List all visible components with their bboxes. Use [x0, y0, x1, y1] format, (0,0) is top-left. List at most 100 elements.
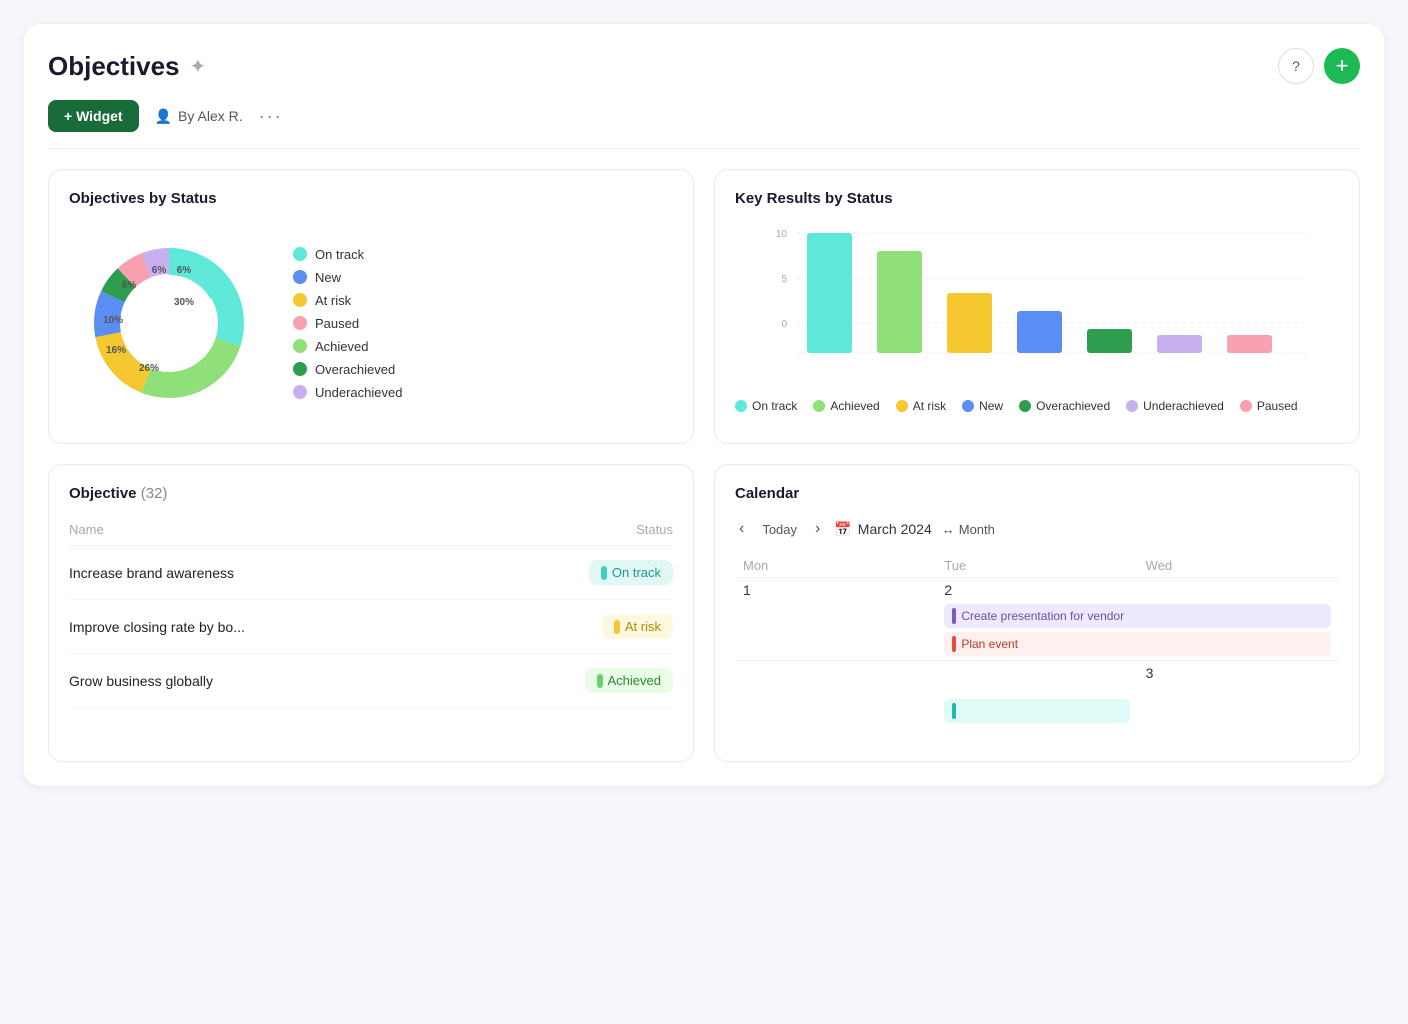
legend-item-overachieved: Overachieved — [293, 362, 402, 377]
donut-legend: On track New At risk Paused — [293, 247, 402, 400]
add-button[interactable]: + — [1324, 48, 1360, 84]
page-container: Objectives ✦ ? + + Widget 👤 By Alex R. ·… — [24, 24, 1384, 786]
svg-text:6%: 6% — [122, 280, 137, 291]
donut-card-title: Objectives by Status — [69, 190, 673, 207]
calendar-icon: 📅 — [834, 521, 851, 538]
help-icon: ? — [1292, 58, 1300, 74]
legend-dot-atrisk — [293, 293, 307, 307]
cal-body: 1 2 Create presentation for vendor Plan … — [735, 578, 1339, 741]
widget-button[interactable]: + Widget — [48, 100, 139, 132]
svg-text:0: 0 — [781, 319, 787, 330]
svg-text:16%: 16% — [106, 345, 126, 356]
col-name: Name — [69, 514, 471, 546]
cal-cell-mon: 1 — [735, 578, 936, 661]
bar-legend-underachieved: Underachieved — [1126, 399, 1224, 413]
page-title: Objectives — [48, 51, 180, 82]
view-selector[interactable]: ↔ Month — [942, 522, 995, 537]
legend-label-achieved: Achieved — [315, 339, 368, 354]
plus-icon: + — [1336, 53, 1349, 79]
bar-legend-paused: Paused — [1240, 399, 1298, 413]
table-row-3[interactable]: Grow business globally Achieved — [69, 654, 673, 708]
svg-text:10: 10 — [776, 229, 788, 240]
star-icon[interactable]: ✦ — [190, 54, 207, 79]
row3-name: Grow business globally — [69, 654, 471, 708]
calendar-grid: Mon Tue Wed 1 2 Creat — [735, 554, 1339, 741]
prev-button[interactable]: ‹ — [735, 518, 748, 540]
bar-achieved — [877, 251, 922, 353]
legend-label-new: New — [315, 270, 341, 285]
legend-dot-new — [293, 270, 307, 284]
bar-chart-area: 10 5 0 — [735, 223, 1339, 383]
col-status: Status — [471, 514, 673, 546]
svg-text:30%: 30% — [174, 297, 194, 308]
user-icon: 👤 — [155, 108, 172, 125]
bar-underachieved — [1157, 335, 1202, 353]
donut-chart: 30% 26% 16% 10% 6% 6% 6% — [69, 223, 269, 423]
calendar-card-title: Calendar — [735, 485, 1339, 502]
header-right: ? + — [1278, 48, 1360, 84]
svg-text:6%: 6% — [177, 265, 192, 276]
bar-card: Key Results by Status 10 5 0 — [714, 169, 1360, 444]
event-plan[interactable]: Plan event — [944, 632, 1331, 656]
table-row-2[interactable]: Improve closing rate by bo... At risk — [69, 600, 673, 654]
calendar-nav: ‹ Today › 📅 March 2024 ↔ Month — [735, 518, 1339, 540]
donut-content: 30% 26% 16% 10% 6% 6% 6% On track — [69, 223, 673, 423]
donut-svg: 30% 26% 16% 10% 6% 6% 6% — [69, 223, 269, 423]
legend-dot-ontrack — [293, 247, 307, 261]
cal-head: Mon Tue Wed — [735, 554, 1339, 578]
cal-header-row: Mon Tue Wed — [735, 554, 1339, 578]
bar-legend-ontrack: On track — [735, 399, 797, 413]
event-vendor-label: Create presentation for vendor — [961, 609, 1124, 623]
svg-text:6%: 6% — [152, 265, 167, 276]
row2-status: At risk — [471, 600, 673, 654]
table-row-1[interactable]: Increase brand awareness On track — [69, 546, 673, 600]
legend-item-underachieved: Underachieved — [293, 385, 402, 400]
resize-icon: ↔ — [942, 522, 955, 537]
objectives-header-row: Name Status — [69, 514, 673, 546]
cal-cell-mon-3 — [735, 661, 936, 741]
row2-name: Improve closing rate by bo... — [69, 600, 471, 654]
objectives-table-head: Name Status — [69, 514, 673, 546]
objectives-card: Objective (32) Name Status Increase bran… — [48, 464, 694, 762]
badge-atrisk-1: At risk — [602, 614, 673, 639]
svg-text:26%: 26% — [139, 363, 159, 374]
bar-ontrack — [807, 233, 852, 353]
bar-new — [1017, 311, 1062, 353]
header-left: Objectives ✦ — [48, 51, 206, 82]
bar-chart-svg: 10 5 0 — [735, 223, 1339, 383]
svg-text:10%: 10% — [103, 315, 123, 326]
legend-label-ontrack: On track — [315, 247, 364, 262]
cal-cell-wed-3: 3 — [1138, 661, 1339, 741]
status-dot — [597, 674, 603, 688]
bar-atrisk — [947, 293, 992, 353]
row1-name: Increase brand awareness — [69, 546, 471, 600]
legend-item-paused: Paused — [293, 316, 402, 331]
user-filter: 👤 By Alex R. — [155, 108, 243, 125]
event-vendor[interactable]: Create presentation for vendor — [944, 604, 1331, 628]
header: Objectives ✦ ? + — [48, 48, 1360, 84]
bar-overachieved — [1087, 329, 1132, 353]
view-label: Month — [959, 522, 995, 537]
help-button[interactable]: ? — [1278, 48, 1314, 84]
legend-dot-overachieved — [293, 362, 307, 376]
user-label: By Alex R. — [178, 108, 243, 124]
calendar-card: Calendar ‹ Today › 📅 March 2024 ↔ Month — [714, 464, 1360, 762]
svg-text:5: 5 — [781, 274, 787, 285]
bar-legend-overachieved: Overachieved — [1019, 399, 1110, 413]
more-button[interactable]: ··· — [259, 106, 283, 127]
event-teal[interactable] — [944, 699, 1129, 723]
event-bar-plan — [952, 636, 956, 652]
today-label: Today — [762, 522, 797, 537]
today-button[interactable]: Today — [758, 520, 801, 539]
status-dot — [601, 566, 607, 580]
cal-day-wed: Wed — [1138, 554, 1339, 578]
row1-status: On track — [471, 546, 673, 600]
cal-row-1: 1 2 Create presentation for vendor Plan … — [735, 578, 1339, 661]
legend-label-underachieved: Underachieved — [315, 385, 402, 400]
bar-legend-atrisk: At risk — [896, 399, 946, 413]
legend-item-new: New — [293, 270, 402, 285]
legend-item-ontrack: On track — [293, 247, 402, 262]
next-button[interactable]: › — [811, 518, 824, 540]
cal-day-mon: Mon — [735, 554, 936, 578]
bar-legend: On track Achieved At risk New Overachiev… — [735, 399, 1339, 413]
